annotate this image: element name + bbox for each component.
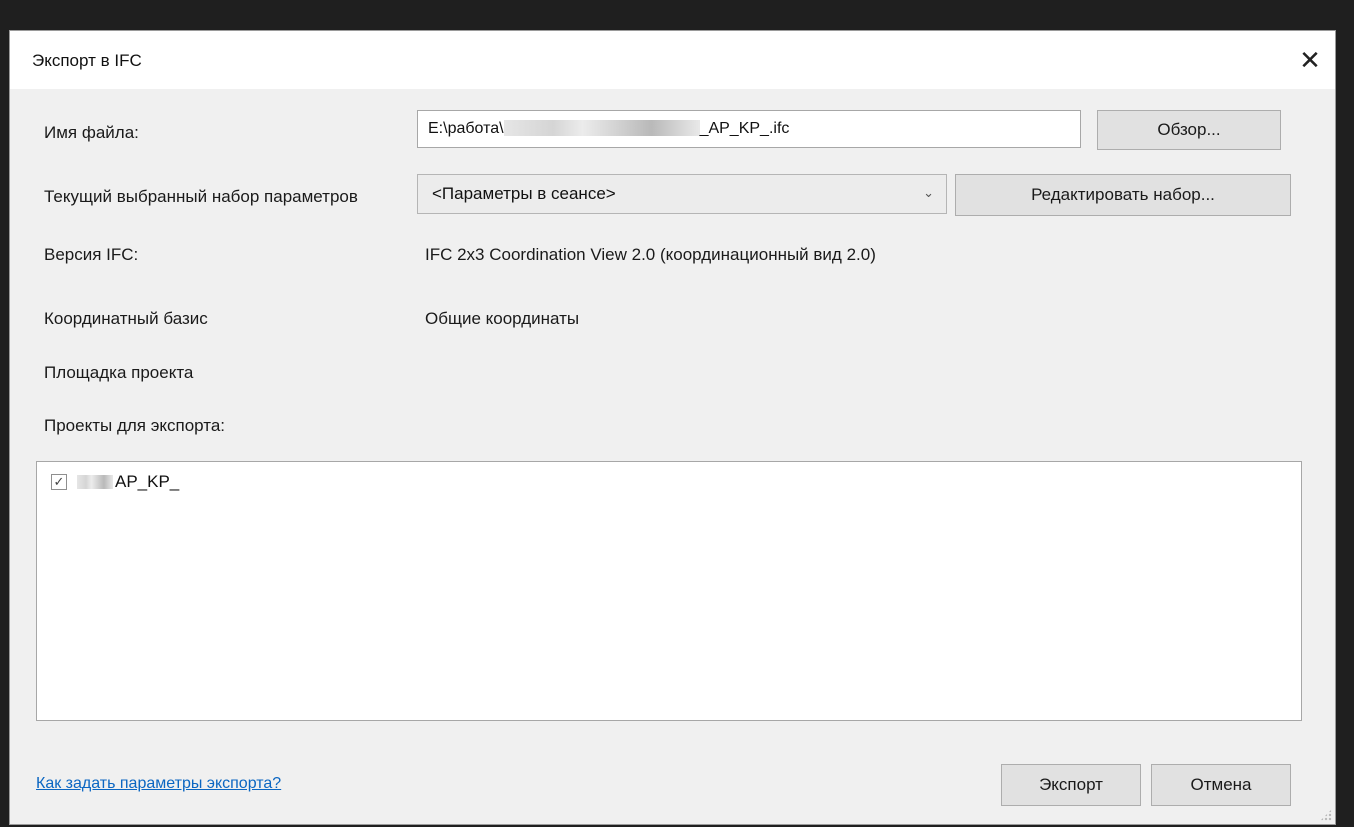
dialog-title: Экспорт в IFC: [32, 51, 142, 70]
export-button[interactable]: Экспорт: [1001, 764, 1141, 806]
project-item-label: AP_KP_: [77, 472, 179, 492]
redacted-project-name: [77, 475, 113, 489]
redacted-name: [503, 120, 700, 136]
close-button[interactable]: ✕: [1285, 31, 1335, 89]
list-item[interactable]: ✓ AP_KP_: [51, 472, 179, 492]
paramset-value: <Параметры в сеансе>: [432, 184, 616, 203]
ifc-export-dialog: Экспорт в IFC ✕ Имя файла: E:\работа\ _AP…: [9, 30, 1336, 825]
coord-basis-label: Координатный базис: [44, 309, 208, 328]
ifc-version-value: IFC 2x3 Coordination View 2.0 (координац…: [425, 245, 876, 264]
resize-grip[interactable]: [1320, 809, 1332, 821]
title-bar: Экспорт в IFC ✕: [10, 31, 1335, 89]
coord-basis-value: Общие координаты: [425, 309, 580, 328]
edit-set-button[interactable]: Редактировать набор...: [955, 174, 1291, 216]
projects-list[interactable]: ✓ AP_KP_: [36, 461, 1302, 721]
browse-button[interactable]: Обзор...: [1097, 110, 1281, 150]
project-name: AP_KP_: [115, 472, 180, 491]
help-link[interactable]: Как задать параметры экспорта?: [36, 775, 281, 793]
filename-label: Имя файла:: [44, 123, 139, 142]
checkmark-icon: ✓: [53, 474, 65, 489]
paramset-label: Текущий выбранный набор параметров: [44, 187, 358, 206]
projects-label: Проекты для экспорта:: [44, 416, 226, 435]
chevron-down-icon: ⌄: [923, 185, 934, 200]
cancel-button[interactable]: Отмена: [1151, 764, 1291, 806]
filename-input[interactable]: E:\работа\ _AP_KP_.ifc: [417, 110, 1081, 148]
site-label: Площадка проекта: [44, 363, 194, 382]
close-icon: ✕: [1299, 44, 1321, 75]
filename-prefix: E:\работа\: [428, 120, 504, 137]
paramset-select[interactable]: <Параметры в сеансе> ⌄: [417, 174, 947, 214]
project-checkbox[interactable]: ✓: [51, 474, 67, 490]
filename-suffix: _AP_KP_.ifc: [699, 120, 790, 137]
ifc-version-label: Версия IFC:: [44, 245, 139, 264]
